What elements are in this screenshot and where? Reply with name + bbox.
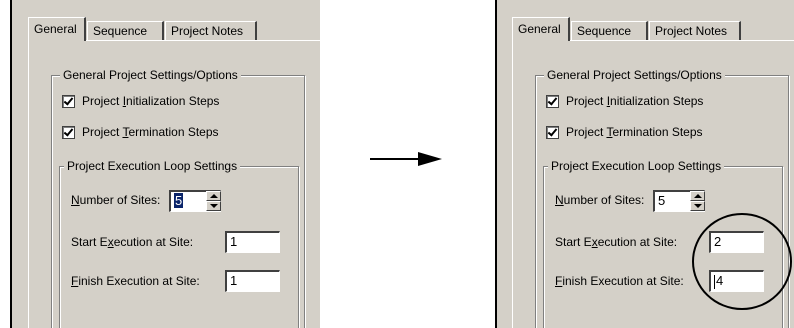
start-site-label: Start Execution at Site:: [555, 235, 678, 249]
spin-up-icon[interactable]: [690, 191, 705, 201]
tab-project-notes[interactable]: Project Notes: [649, 21, 741, 40]
start-site-label: Start Execution at Site:: [71, 235, 194, 249]
spin-down-icon[interactable]: [690, 201, 705, 211]
tab-general[interactable]: General: [512, 17, 570, 41]
checkbox-checked-icon: [546, 125, 559, 139]
group-legend: Project Execution Loop Settings: [64, 159, 241, 173]
tab-sequence[interactable]: Sequence: [571, 21, 648, 40]
tab-general[interactable]: General: [28, 17, 86, 41]
checkbox-checked-icon: [546, 94, 559, 108]
loop-settings-group: Project Execution Loop Settings Number o…: [59, 159, 299, 328]
sites-spinner[interactable]: [206, 191, 221, 211]
term-steps-label: Project Termination Steps: [566, 125, 703, 139]
term-steps-checkbox[interactable]: Project Termination Steps: [62, 125, 219, 139]
tab-sequence[interactable]: Sequence: [87, 21, 164, 40]
arrow-right-icon: [370, 152, 442, 166]
start-site-input[interactable]: 1: [225, 231, 280, 253]
general-settings-group: General Project Settings/Options Project…: [51, 68, 305, 328]
number-of-sites-label: Number of Sites:: [71, 193, 161, 207]
init-steps-checkbox[interactable]: Project Initialization Steps: [62, 94, 219, 108]
term-steps-label: Project Termination Steps: [82, 125, 219, 139]
number-of-sites-label: Number of Sites:: [555, 193, 645, 207]
finish-site-label: Finish Execution at Site:: [555, 274, 684, 288]
finish-site-label: Finish Execution at Site:: [71, 274, 200, 288]
tab-page-general: General Project Settings/Options Project…: [28, 40, 320, 328]
highlight-circle: [692, 213, 792, 310]
init-steps-checkbox[interactable]: Project Initialization Steps: [546, 94, 703, 108]
group-legend: General Project Settings/Options: [60, 68, 241, 82]
group-legend: Project Execution Loop Settings: [548, 159, 725, 173]
finish-site-input[interactable]: 1: [225, 270, 280, 292]
checkbox-checked-icon: [62, 125, 75, 139]
spin-up-icon[interactable]: [206, 191, 221, 201]
init-steps-label: Project Initialization Steps: [566, 94, 704, 108]
tab-project-notes[interactable]: Project Notes: [165, 21, 257, 40]
group-legend: General Project Settings/Options: [544, 68, 725, 82]
dialog-before: General Sequence Project Notes General P…: [10, 0, 320, 328]
term-steps-checkbox[interactable]: Project Termination Steps: [546, 125, 703, 139]
init-steps-label: Project Initialization Steps: [82, 94, 220, 108]
sites-spinner[interactable]: [690, 191, 705, 211]
spin-down-icon[interactable]: [206, 201, 221, 211]
checkbox-checked-icon: [62, 94, 75, 108]
